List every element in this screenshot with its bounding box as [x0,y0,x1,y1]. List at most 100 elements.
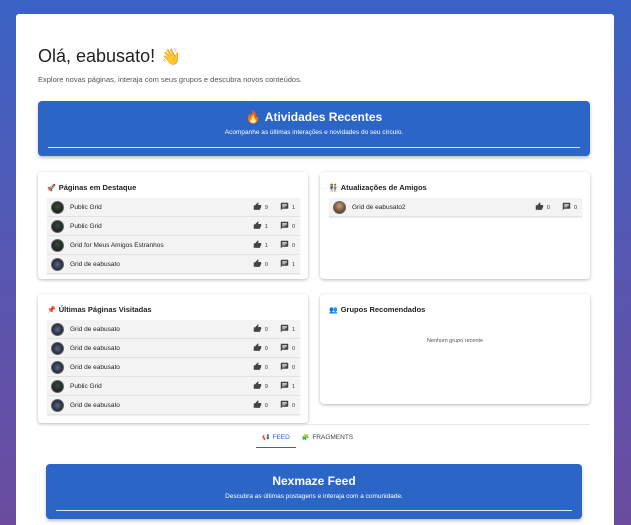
feed-banner-title: Nexmaze Feed [272,474,356,488]
item-stats: 01 [253,320,295,339]
tab-feed[interactable]: 📢 FEED [256,427,296,448]
friend-updates-title: 👫 Atualizações de Amigos [329,183,427,192]
item-name: Grid de eabusato [70,260,120,268]
like-icon[interactable] [535,202,544,213]
avatar [51,219,64,233]
feed-banner: Nexmaze Feed Descubra as últimas postage… [46,464,582,519]
list-item[interactable]: Grid de eabusato 0 1 [47,255,300,274]
like-count: 9 [264,204,268,211]
group-icon: 👥 [329,306,338,314]
feed-banner-subtitle: Descubra as últimas postagens e interaja… [225,493,403,500]
fire-icon: 🔥 [245,110,261,124]
item-stats: 00 [253,396,295,415]
like-count: 9 [264,383,268,390]
avatar [51,200,64,214]
friend-updates-list: Grid de eabusato2 0 0 [329,198,582,217]
comment-icon[interactable] [280,202,289,213]
comment-icon[interactable] [280,324,289,335]
tab-fragments-label: FRAGMENTS [312,434,354,441]
list-item[interactable]: Public Grid 1 0 [47,217,300,236]
like-count: 0 [264,326,268,333]
avatar [51,379,64,393]
comment-icon[interactable] [280,400,289,411]
avatar [51,257,64,271]
like-icon[interactable] [253,202,262,213]
item-name: Grid de eabusato [70,363,120,371]
banner-divider [56,510,572,511]
item-name: Grid de eabusato [70,325,120,333]
recommended-groups-label: Grupos Recomendados [340,305,426,314]
comment-count: 1 [291,261,295,268]
like-count: 0 [264,345,268,352]
list-item[interactable]: Grid de eabusato 0 0 [47,396,300,415]
item-name: Public Grid [70,382,102,390]
banner-divider [48,147,580,148]
greeting-subtitle: Explore novas páginas, interaja com seus… [38,75,302,84]
item-stats: 00 [253,358,295,377]
like-count: 1 [264,242,268,249]
comment-count: 0 [291,364,295,371]
item-stats: 91 [253,377,295,396]
comment-icon[interactable] [280,343,289,354]
avatar [51,398,64,412]
activity-banner-subtitle: Acompanhe as últimas interações e novida… [224,129,404,136]
item-stats: 91 [253,198,295,217]
activity-banner-title: Atividades Recentes [264,110,383,124]
list-item[interactable]: Grid de eabusato2 0 0 [329,198,582,217]
item-name: Public Grid [70,222,102,230]
list-item[interactable]: Grid de eabusato 0 0 [47,358,300,377]
comment-icon[interactable] [280,240,289,251]
comment-icon[interactable] [280,381,289,392]
comment-icon[interactable] [562,202,571,213]
activity-banner: 🔥 Atividades Recentes Acompanhe as últim… [38,101,590,156]
comment-icon[interactable] [280,259,289,270]
item-stats: 00 [253,339,295,358]
comment-count: 1 [291,326,295,333]
pin-icon: 📌 [47,306,56,314]
comment-icon[interactable] [280,221,289,232]
like-icon[interactable] [253,240,262,251]
comment-count: 0 [291,402,295,409]
empty-groups-message: Nenhum grupo recente [426,338,484,344]
list-item[interactable]: Grid de eabusato 0 0 [47,339,300,358]
list-item[interactable]: Public Grid 9 1 [47,377,300,396]
list-item[interactable]: Grid for Meus Amigos Estranhos 1 0 [47,236,300,255]
tab-fragments[interactable]: 🧩 FRAGMENTS [296,427,359,448]
recent-pages-label: Últimas Páginas Visitadas [58,305,152,314]
comment-count: 1 [291,383,295,390]
like-count: 0 [264,402,268,409]
item-name: Grid de eabusato [70,344,120,352]
list-item[interactable]: Public Grid 9 1 [47,198,300,217]
comment-count: 0 [291,345,295,352]
recent-pages-title: 📌 Últimas Páginas Visitadas [47,305,152,314]
dashboard-page: Olá, eabusato! 👋 Explore novas páginas, … [16,14,614,525]
like-icon[interactable] [253,362,262,373]
like-icon[interactable] [253,221,262,232]
greeting-text: Olá, eabusato! [38,46,156,66]
comment-count: 0 [573,204,577,211]
like-icon[interactable] [253,400,262,411]
tab-feed-label: FEED [272,433,290,441]
like-icon[interactable] [253,381,262,392]
featured-pages-label: Páginas em Destaque [58,183,137,192]
wave-emoji-icon: 👋 [161,48,182,66]
tabs-divider [38,424,590,425]
like-icon[interactable] [253,259,262,270]
rocket-icon: 🚀 [47,184,56,192]
comment-count: 0 [291,223,295,230]
avatar [333,200,346,214]
like-count: 1 [264,223,268,230]
like-icon[interactable] [253,343,262,354]
item-name: Grid de eabusato2 [352,203,406,211]
avatar [51,322,64,336]
friends-icon: 👫 [329,184,338,192]
friend-updates-label: Atualizações de Amigos [340,183,427,192]
puzzle-icon: 🧩 [301,435,310,441]
like-icon[interactable] [253,324,262,335]
item-stats: 10 [253,236,295,255]
comment-icon[interactable] [280,362,289,373]
item-stats: 10 [253,217,295,236]
list-item[interactable]: Grid de eabusato 0 1 [47,320,300,339]
recommended-groups-card: 👥 Grupos Recomendados Nenhum grupo recen… [320,294,590,404]
featured-pages-card: 🚀 Páginas em Destaque Public Grid 9 1 Publi… [38,172,308,279]
